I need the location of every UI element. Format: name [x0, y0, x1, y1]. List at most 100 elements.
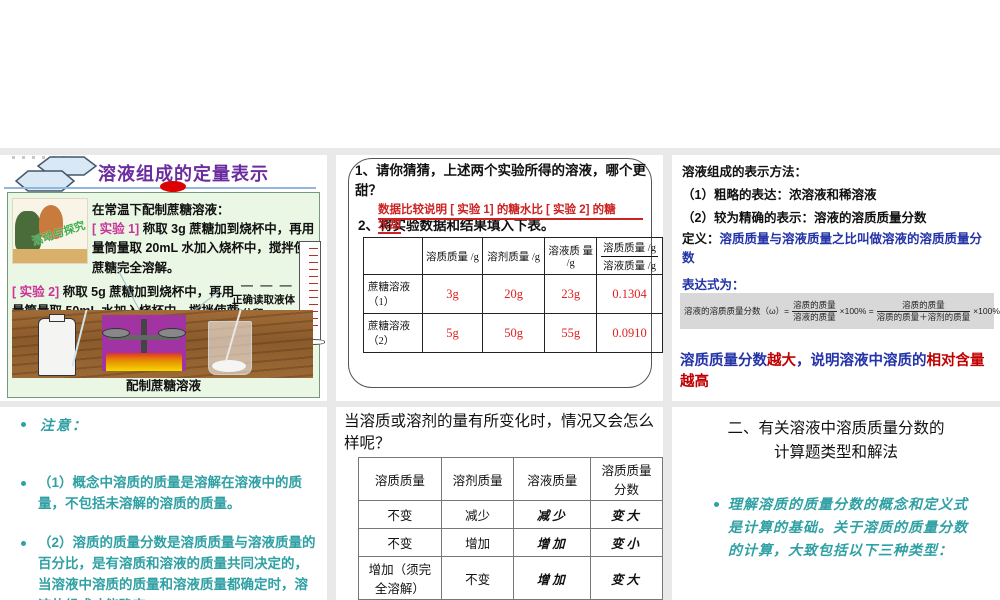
table-row: 不变 增加 增加 变小	[358, 528, 663, 557]
question-1-text: 1、请你猜猜，上述两个实验所得的溶液，哪个更甜？	[355, 163, 647, 198]
change-effect-table: 溶质质量 溶剂质量 溶液质量 溶质质量 分数 不变 减少 减少 变大 不变 增加…	[358, 457, 663, 600]
formula-fraction-2: 溶质的质量 溶质的质量＋溶剂的质量	[876, 300, 971, 322]
cell-value: 3g	[421, 274, 484, 314]
table-row: 蔗糖溶液 （1） 3g 20g 23g 0.1304	[363, 274, 663, 314]
section-title-line2: 计算题类型和解法	[773, 444, 898, 462]
formula-fraction-1: 溶质的质量 溶液的质量	[792, 300, 837, 322]
table-header-empty	[363, 237, 423, 275]
mass-fraction-formula: 溶液的溶质质量分数（ω）= 溶质的质量 溶液的质量 ×100% = 溶质的质量 …	[680, 293, 1000, 329]
red-ellipse-decoration	[160, 181, 186, 192]
slide-4-thumbnail[interactable]: 注意： （1）概念中溶质的质量是溶解在溶液中的质量，不包括未溶解的溶质的质量。 …	[0, 407, 327, 600]
conclusion-part-3: ，说明溶液中溶质的	[796, 353, 927, 369]
bullet-icon	[21, 422, 26, 427]
formula-numerator-1: 溶质的质量	[792, 299, 837, 312]
answer-text-line1: 数据比较说明 [ 实验 1] 的糖水比 [ 实验 2] 的糖	[378, 201, 643, 220]
slide-2-thumbnail[interactable]: 1、请你猜猜，上述两个实验所得的溶液，哪个更甜？ 数据比较说明 [ 实验 1] …	[336, 155, 663, 401]
activity-cartoon-image: 活动与探究	[12, 198, 88, 264]
cell: 减少	[440, 500, 515, 529]
table-row: 不变 减少 减少 变大	[358, 500, 663, 529]
row-label: 蔗糖溶液 （2）	[363, 313, 423, 353]
lab-photo	[12, 310, 313, 378]
cell-answer: 增加	[513, 556, 592, 600]
slide-1-thumbnail[interactable]: 溶液组成的定量表示 活动与探究 在常温下配制蔗糖溶液： [ 实验 1] 称取 3…	[0, 155, 327, 401]
row-label: 蔗糖溶液 （1）	[363, 274, 423, 314]
conclusion-text: 溶质质量分数越大，说明溶液中溶质的相对含量越高	[680, 351, 996, 393]
intro-text: 在常温下配制蔗糖溶液：	[92, 203, 230, 217]
slide-3-thumbnail[interactable]: 溶液组成的表示方法： （1）粗略的表达：浓溶液和稀溶液 （2）较为精确的表示：溶…	[672, 155, 1000, 401]
note-point-1: （1）概念中溶质的质量是溶解在溶液中的质量，不包括未溶解的溶质的质量。	[38, 475, 303, 511]
table-header-solvent-mass: 溶剂质量 /g	[482, 237, 546, 275]
cell-answer: 变大	[590, 500, 663, 529]
balance-scale-graphic	[102, 315, 186, 371]
balance-base	[106, 353, 182, 371]
balance-pan-left	[102, 328, 130, 338]
formula-lhs: 溶液的溶质质量分数（ω）=	[684, 306, 790, 316]
experiment-panel: 活动与探究 在常温下配制蔗糖溶液： [ 实验 1] 称取 3g 蔗糖加到烧杯中，…	[7, 192, 325, 398]
section-title-line1: 二、有关溶液中溶质质量分数的	[727, 420, 945, 437]
bullet-icon	[714, 502, 719, 507]
cell-value: 23g	[544, 274, 598, 314]
formula-times-100-equals: ×100% =	[839, 306, 874, 316]
cell-value: 5g	[421, 313, 484, 353]
cell-value: 0.1304	[596, 274, 663, 314]
table-header-solution-mass: 溶液质 量 /g	[544, 237, 598, 275]
change-question-text: 当溶质或溶剂的量有所变化时，情况又会怎么样呢？	[344, 413, 655, 452]
cell-answer: 增加	[513, 528, 592, 557]
definition-label: 定义：	[682, 232, 720, 246]
cell-value: 50g	[482, 313, 546, 353]
experiment-data-table: 溶质质量 /g 溶剂质量 /g 溶液质 量 /g 溶质质量 /g 溶液质量 /g…	[363, 237, 663, 353]
experiment-2-tag: [ 实验 2]	[12, 285, 60, 299]
cell: 增加	[440, 528, 515, 557]
reagent-bottle-graphic	[38, 310, 89, 376]
beaker-graphic	[208, 310, 252, 375]
formula-denominator-2: 溶质的质量＋溶剂的质量	[876, 311, 971, 322]
experiment-1-tag: [ 实验 1]	[92, 222, 140, 236]
cell-value: 0.0910	[596, 313, 663, 353]
table-header-mass-fraction: 溶质质量 /g 溶液质量 /g	[596, 237, 663, 275]
section-heading: 溶液组成的表示方法：	[682, 165, 808, 179]
note-heading: 注意：	[40, 417, 88, 433]
formula-numerator-2: 溶质的质量	[876, 300, 971, 312]
slide-6-thumbnail[interactable]: 二、有关溶液中溶质质量分数的 计算题类型和解法 理解溶质的质量分数的概念和定义式…	[672, 407, 1000, 600]
beaker-liquid	[212, 360, 246, 372]
table-row: 蔗糖溶液 （2） 5g 50g 55g 0.0910	[363, 313, 663, 353]
slide-title: 溶液组成的定量表示	[98, 164, 269, 184]
expression-label: 表达式为：	[682, 278, 745, 292]
photo-caption: 配制蔗糖溶液	[125, 379, 201, 393]
table-header-solute-mass: 溶质质量 /g	[421, 237, 484, 275]
answer-text-line2: 水甜	[378, 216, 401, 234]
cell-answer: 减少	[513, 500, 592, 529]
cell-answer: 变大	[590, 556, 663, 600]
cell-value: 20g	[482, 274, 546, 314]
experiment-1-text: [ 实验 1] 称取 3g 蔗糖加到烧杯中，再用量筒量取 20mL 水加入烧杯中…	[92, 220, 318, 278]
table-header: 溶液质量	[513, 457, 592, 501]
cell-answer: 变小	[590, 528, 663, 557]
cell: 增加（须完 全溶解）	[358, 556, 442, 600]
table-header: 溶质质量 分数	[590, 457, 663, 501]
cartoon-desk	[13, 249, 87, 263]
fraction-denominator: 溶液质量 /g	[603, 260, 656, 272]
cell: 不变	[358, 500, 442, 529]
definition-body: 溶质质量与溶液质量之比叫做溶液的溶质质量分数	[682, 232, 983, 265]
section-title: 二、有关溶液中溶质质量分数的 计算题类型和解法	[672, 417, 1000, 465]
formula-denominator-1: 溶液的质量	[793, 311, 836, 322]
bullet-icon	[21, 541, 26, 546]
note-point-2: （2）溶质的质量分数是溶质质量与溶液质量的百分比，是有溶质和溶液的质量共同决定的…	[38, 535, 316, 600]
point-1-text: （1）粗略的表达：浓溶液和稀溶液	[682, 188, 877, 202]
conclusion-part-1: 溶质质量分数	[680, 353, 767, 369]
balance-pan-right	[158, 328, 186, 338]
table-row: 增加（须完 全溶解） 不变 增加 变大	[358, 556, 663, 600]
cell: 不变	[358, 528, 442, 557]
cell: 不变	[440, 556, 515, 600]
basis-note-text: 理解溶质的质量分数的概念和定义式是计算的基础。关于溶质的质量分数的计算，大致包括…	[728, 496, 968, 559]
point-2-text: （2）较为精确的表示：溶液的溶质质量分数	[682, 211, 927, 225]
cell-value: 55g	[544, 313, 598, 353]
conclusion-part-2: 越大	[767, 353, 796, 369]
formula-times-100: ×100%↵	[973, 305, 1000, 316]
table-header: 溶质质量	[358, 457, 442, 501]
slide-5-thumbnail[interactable]: 当溶质或溶剂的量有所变化时，情况又会怎么样呢？ 溶质质量 溶剂质量 溶液质量 溶…	[336, 407, 663, 600]
bullet-icon	[21, 481, 26, 486]
dash-marks: — — —	[241, 278, 294, 292]
definition-text: 定义：溶质质量与溶液质量之比叫做溶液的溶质质量分数	[682, 230, 992, 268]
table-header: 溶剂质量	[440, 457, 515, 501]
